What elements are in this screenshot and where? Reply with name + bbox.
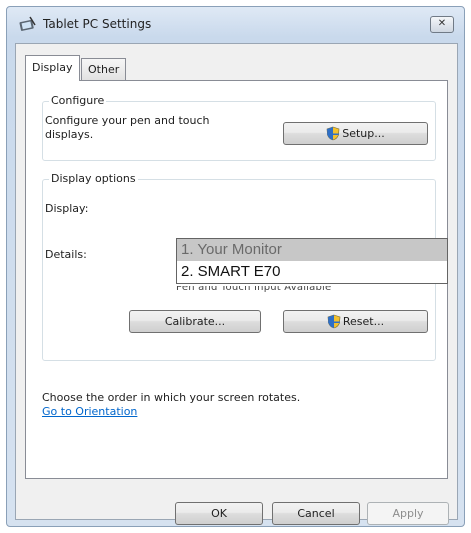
calibrate-button-label: Calibrate... [164, 315, 226, 328]
apply-button-label: Apply [392, 507, 424, 520]
configure-group: Configure Configure your pen and touch d… [42, 94, 436, 161]
configure-text-line1: Configure your pen and touch [45, 114, 210, 127]
ok-button[interactable]: OK [175, 502, 263, 525]
tab-other[interactable]: Other [81, 58, 127, 80]
uac-shield-icon [327, 314, 341, 329]
cancel-button[interactable]: Cancel [272, 502, 360, 525]
uac-shield-icon [326, 126, 340, 141]
tab-display-label: Display [32, 61, 73, 74]
display-option-2[interactable]: 2. SMART E70 [177, 261, 447, 283]
reset-button[interactable]: Reset... [283, 310, 428, 333]
close-icon: ✕ [437, 18, 447, 29]
close-button[interactable]: ✕ [430, 16, 454, 33]
configure-text-line2: displays. [45, 128, 94, 141]
title-bar: Tablet PC Settings ✕ [7, 7, 464, 41]
display-tab-panel: Configure Configure your pen and touch d… [25, 80, 448, 479]
tablet-pc-icon [19, 16, 37, 32]
dialog-client-area: Display Other Configure Configure your p… [15, 43, 458, 525]
cancel-button-label: Cancel [297, 507, 335, 520]
details-label: Details: [45, 248, 87, 261]
ok-button-label: OK [211, 507, 227, 520]
tablet-pc-settings-window: Tablet PC Settings ✕ Display Other Confi… [6, 6, 465, 527]
orientation-text: Choose the order in which your screen ro… [42, 391, 301, 404]
setup-button[interactable]: Setup... [283, 122, 428, 145]
configure-group-legend: Configure [49, 94, 107, 107]
tab-other-label: Other [88, 63, 120, 76]
calibrate-button[interactable]: Calibrate... [129, 310, 261, 333]
reset-button-label: Reset... [342, 315, 385, 328]
go-to-orientation-link[interactable]: Go to Orientation [42, 405, 137, 418]
display-options-legend: Display options [49, 172, 138, 185]
display-label: Display: [45, 202, 89, 215]
setup-button-label: Setup... [342, 127, 385, 140]
display-dropdown-list[interactable]: 1. Your Monitor 2. SMART E70 [176, 238, 448, 284]
apply-button[interactable]: Apply [367, 502, 449, 525]
display-option-1[interactable]: 1. Your Monitor [177, 239, 447, 261]
window-title: Tablet PC Settings [43, 17, 152, 31]
tab-display[interactable]: Display [25, 55, 80, 81]
details-value: Pen and Touch Input Available [176, 286, 332, 292]
